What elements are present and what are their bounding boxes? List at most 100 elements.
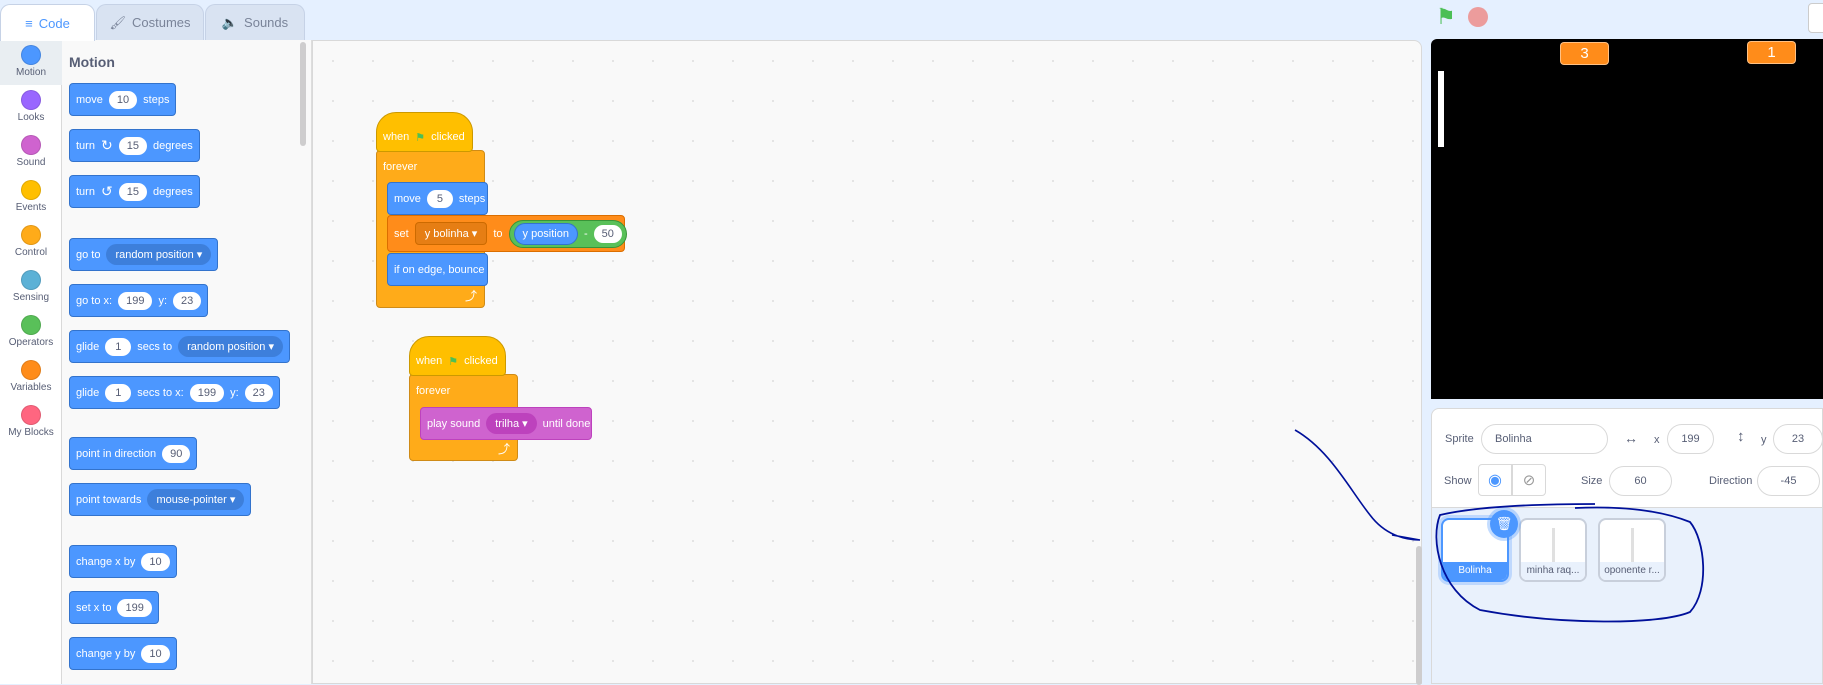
palette-block[interactable]: turn ↺ 15 degrees [69, 175, 200, 208]
loop-arrow-icon: ⤴ [465, 289, 478, 303]
canvas-scrollbar[interactable] [1416, 546, 1422, 685]
delete-sprite-trash-icon[interactable]: 🗑 [1490, 510, 1518, 538]
palette-block[interactable]: glide 1 secs to random position ▾ [69, 330, 290, 363]
tab-costumes[interactable]: 🖌 Costumes [96, 4, 204, 40]
palette-block[interactable]: set x to 199 [69, 591, 159, 624]
number-input[interactable]: 10 [141, 644, 170, 663]
x-input[interactable]: 199 [1667, 424, 1714, 454]
category-label: Sound [16, 157, 46, 168]
stage-size-button[interactable] [1808, 3, 1823, 33]
palette-block[interactable]: change y by 10 [69, 637, 177, 670]
block-label: glide [76, 386, 100, 399]
y-input[interactable]: 23 [1773, 424, 1823, 454]
number-input[interactable]: 10 [108, 90, 138, 109]
dropdown[interactable]: mouse-pointer ▾ [147, 489, 245, 510]
move-steps-block[interactable]: move 5 steps [387, 182, 488, 215]
category-dot-icon [21, 180, 41, 200]
sprite-name-input[interactable]: Bolinha [1481, 424, 1608, 454]
number-input[interactable]: 23 [244, 383, 273, 402]
dropdown[interactable]: random position ▾ [178, 336, 283, 357]
block-palette: Motion move 10 steps turn ↻ 15 degrees turn ↺ 15 d… [62, 40, 312, 684]
palette-block[interactable]: go to x: 199 y: 23 [69, 284, 209, 317]
number-input[interactable]: 15 [118, 182, 147, 201]
size-input[interactable]: 60 [1609, 466, 1672, 496]
number-input[interactable]: 1 [105, 337, 132, 356]
green-flag-icon: ⚑ [448, 355, 459, 368]
bounce-block[interactable]: if on edge, bounce [387, 253, 488, 286]
caret-down-icon: ▾ [522, 418, 528, 430]
variable-dropdown[interactable]: y bolinha ▾ [414, 222, 488, 245]
category-operators[interactable]: Operators [0, 310, 62, 355]
when-flag-clicked-block[interactable]: when ⚑ clicked [409, 336, 506, 376]
label: move [394, 192, 421, 205]
tab-sounds[interactable]: 🔈 Sounds [205, 4, 305, 40]
caret-down-icon: ▾ [471, 228, 478, 240]
block-label: set x to [76, 601, 112, 614]
category-sensing[interactable]: Sensing [0, 265, 62, 310]
block-label: point in direction [76, 447, 157, 460]
block-label: change y by [76, 647, 136, 660]
stop-button[interactable] [1468, 7, 1488, 27]
palette-block[interactable]: glide 1 secs to x: 199 y: 23 [69, 376, 280, 409]
category-label: Variables [10, 382, 52, 393]
number-input[interactable]: 50 [593, 224, 622, 243]
block-label: turn [76, 185, 95, 198]
number-input[interactable]: 199 [117, 598, 152, 617]
dropdown-value: trilha [495, 418, 520, 430]
category-my-blocks[interactable]: My Blocks [0, 400, 62, 445]
palette-block[interactable]: point in direction 90 [69, 437, 198, 470]
category-sound[interactable]: Sound [0, 130, 62, 175]
tab-label: Sounds [244, 15, 289, 30]
minus-sign: - [584, 227, 588, 240]
when-flag-clicked-block[interactable]: when ⚑ clicked [376, 112, 473, 152]
number-input[interactable]: 199 [118, 291, 153, 310]
tab-code[interactable]: ≡ Code [0, 4, 95, 41]
y-position-reporter[interactable]: y position [513, 222, 578, 245]
green-flag-button[interactable]: ⚑ [1436, 4, 1456, 30]
label: play sound [427, 417, 481, 430]
category-label: Operators [8, 337, 54, 348]
number-input[interactable]: 23 [173, 291, 202, 310]
category-label: Motion [15, 67, 46, 78]
category-dot-icon [21, 45, 41, 65]
stage[interactable]: 3 1 [1431, 39, 1823, 399]
palette-block[interactable]: go to random position ▾ [69, 238, 219, 271]
number-input[interactable]: 10 [141, 552, 170, 571]
category-looks[interactable]: Looks [0, 85, 62, 130]
play-sound-until-done-block[interactable]: play sound trilha ▾ until done [420, 407, 592, 440]
block-label: point towards [76, 493, 142, 506]
sprite-tile[interactable]: oponente r... [1598, 518, 1666, 582]
category-variables[interactable]: Variables [0, 355, 62, 400]
sprite-tile[interactable]: minha raq... [1519, 518, 1587, 582]
dropdown-value: y bolinha [424, 228, 469, 240]
forever-label: forever [416, 385, 451, 397]
size-label: Size [1581, 475, 1603, 487]
direction-input[interactable]: -45 [1757, 466, 1820, 496]
block-label: steps [143, 93, 170, 106]
paddle-sprite [1438, 71, 1444, 147]
sprite-label: Sprite [1445, 433, 1474, 445]
show-visible-button[interactable]: ◉ [1478, 464, 1512, 496]
palette-block[interactable]: move 10 steps [69, 83, 177, 116]
number-input[interactable]: 15 [118, 136, 147, 155]
number-input[interactable]: 199 [189, 383, 225, 402]
steps-input[interactable]: 5 [426, 189, 453, 208]
palette-block[interactable]: change x by 10 [69, 545, 177, 578]
palette-block[interactable]: point towards mouse-pointer ▾ [69, 483, 252, 516]
block-label: glide [76, 340, 100, 353]
number-input[interactable]: 90 [162, 444, 191, 463]
y-label: y [1761, 434, 1767, 446]
sound-dropdown[interactable]: trilha ▾ [486, 413, 537, 434]
dropdown[interactable]: random position ▾ [106, 244, 212, 265]
palette-block[interactable]: turn ↻ 15 degrees [69, 129, 200, 162]
set-variable-block[interactable]: set y bolinha ▾ to y position - 50 [387, 215, 627, 252]
label: clicked [464, 355, 498, 367]
subtract-operator[interactable]: y position - 50 [508, 219, 627, 248]
palette-scrollbar[interactable] [300, 42, 306, 146]
number-input[interactable]: 1 [105, 383, 132, 402]
category-events[interactable]: Events [0, 175, 62, 220]
show-hidden-button[interactable]: ⊘ [1512, 464, 1546, 496]
category-motion[interactable]: Motion [0, 40, 62, 85]
dropdown-value: random position [115, 249, 194, 261]
category-control[interactable]: Control [0, 220, 62, 265]
